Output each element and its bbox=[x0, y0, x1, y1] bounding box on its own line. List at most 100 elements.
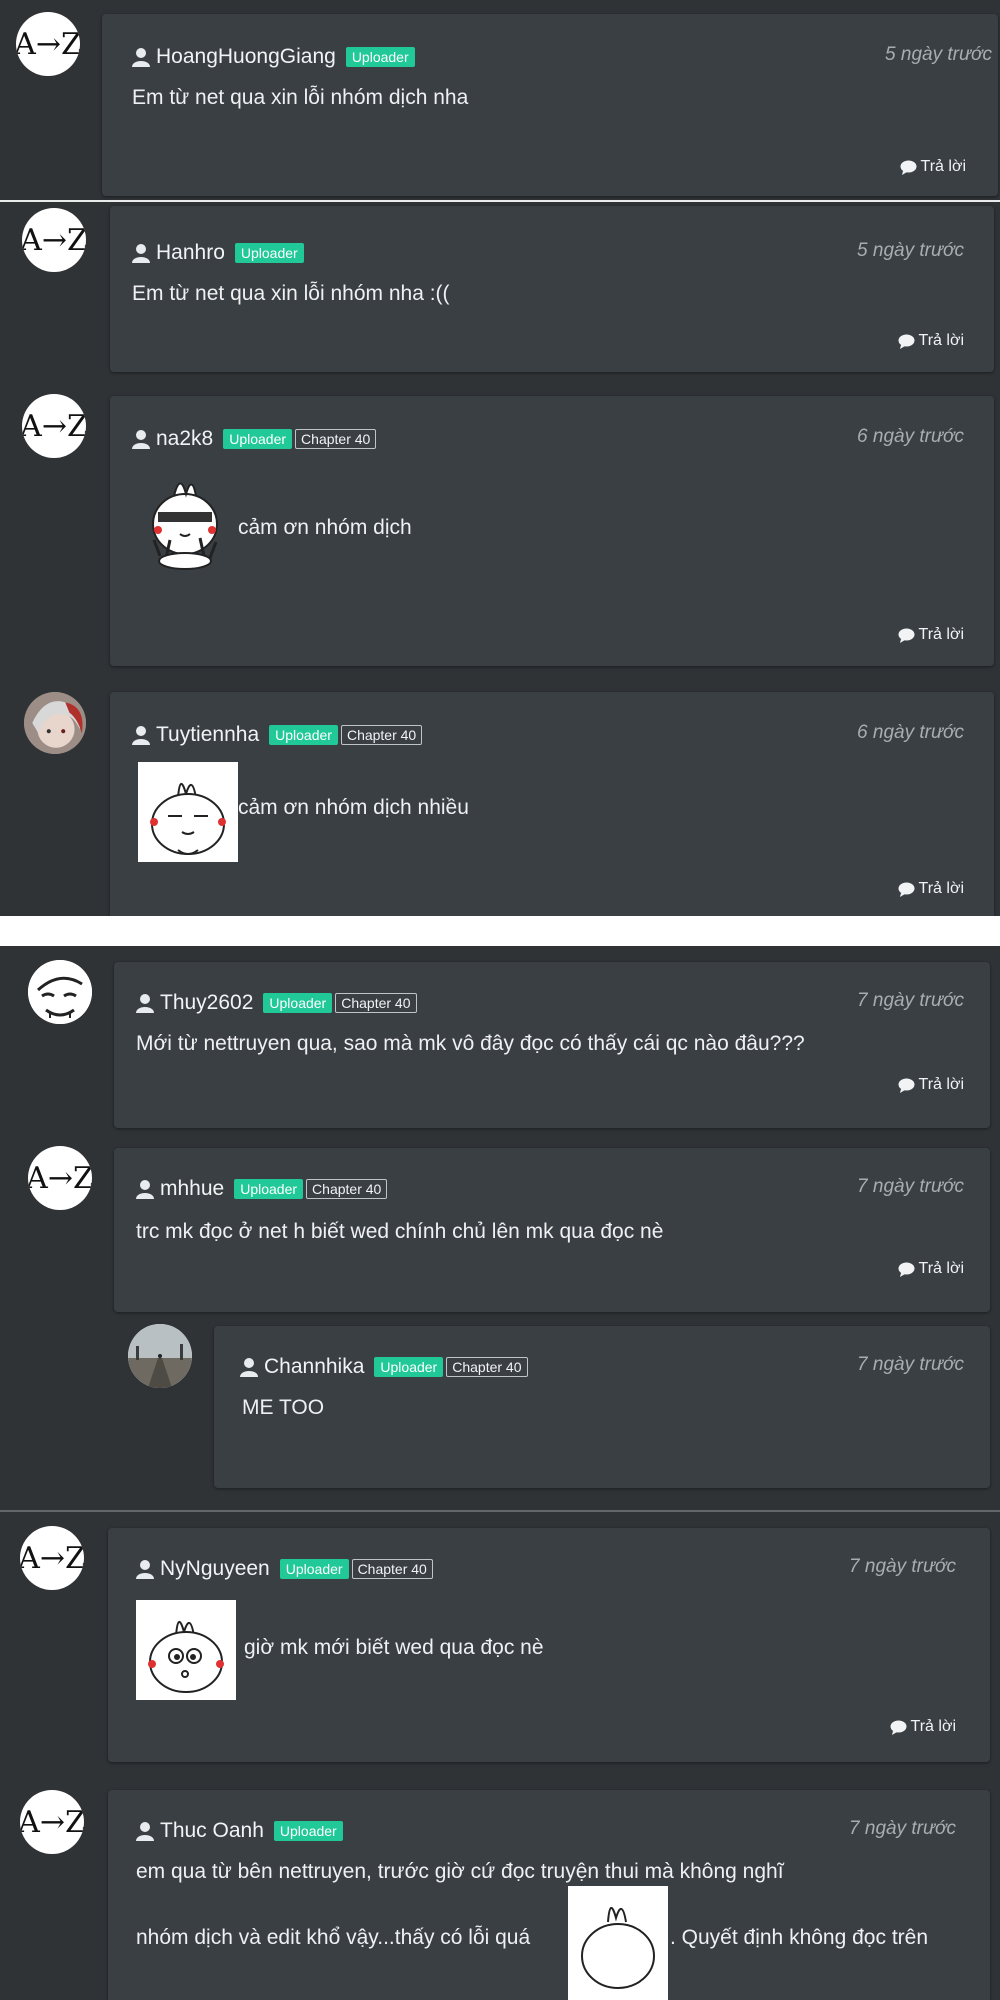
username[interactable]: Thuc Oanh bbox=[160, 1819, 264, 1843]
comment-text-line-2b: . Quyết định không đọc trên bbox=[670, 1926, 928, 1949]
az-logo-avatar[interactable]: A→Z bbox=[22, 208, 86, 272]
comment-text: ME TOO bbox=[242, 1396, 325, 1419]
username[interactable]: Thuy2602 bbox=[160, 991, 253, 1015]
comment-header: Tuytiennha Uploader Chapter 40 bbox=[132, 722, 423, 748]
reply-label: Trả lời bbox=[918, 880, 964, 897]
comments-panel-2: Thuy2602 Uploader Chapter 40 7 ngày trướ… bbox=[0, 946, 1000, 2000]
comment-item: A→Z NyNguyeen Uploader Chapter 40 7 ngày… bbox=[0, 1512, 1000, 1768]
reply-label: Trả lời bbox=[918, 1260, 964, 1277]
reply-button[interactable]: Trả lời bbox=[898, 880, 964, 898]
comment-header: HoangHuongGiang Uploader bbox=[132, 44, 415, 70]
username[interactable]: Tuytiennha bbox=[156, 723, 259, 747]
chapter-badge[interactable]: Chapter 40 bbox=[306, 1179, 388, 1199]
comment-time: 5 ngày trước bbox=[885, 44, 992, 65]
screenshot-separator bbox=[0, 916, 1000, 946]
comment-text: Mới từ nettruyen qua, sao mà mk vô đây đ… bbox=[136, 1032, 805, 1055]
speech-bubble-icon bbox=[898, 1078, 915, 1093]
user-icon bbox=[132, 47, 150, 67]
username[interactable]: NyNguyeen bbox=[160, 1557, 270, 1581]
rabbit-peace-sticker bbox=[144, 464, 226, 570]
az-logo-avatar[interactable]: A→Z bbox=[28, 1146, 92, 1210]
reply-label: Trả lời bbox=[920, 158, 966, 175]
user-icon bbox=[136, 1559, 154, 1579]
reply-button[interactable]: Trả lời bbox=[900, 158, 966, 176]
speech-bubble-icon bbox=[890, 1720, 907, 1735]
comment-time: 7 ngày trước bbox=[857, 1176, 964, 1197]
rabbit-surprised-sticker bbox=[136, 1600, 236, 1700]
comment-item: A→Z na2k8 Uploader Chapter 40 6 ngày trư… bbox=[0, 380, 1000, 670]
username[interactable]: Hanhro bbox=[156, 241, 225, 265]
uploader-badge: Uploader bbox=[269, 725, 338, 745]
comment-text-line-1: em qua từ bên nettruyen, trước giờ cứ đọ… bbox=[136, 1860, 784, 1883]
az-logo-avatar[interactable]: A→Z bbox=[20, 1790, 84, 1854]
landscape-avatar[interactable] bbox=[128, 1324, 192, 1388]
comment-time: 7 ngày trước bbox=[857, 1354, 964, 1375]
comment-header: Thuy2602 Uploader Chapter 40 bbox=[136, 990, 417, 1016]
comment-header: Thuc Oanh Uploader bbox=[136, 1818, 343, 1844]
uploader-badge: Uploader bbox=[234, 1179, 304, 1199]
chapter-badge[interactable]: Chapter 40 bbox=[335, 993, 417, 1013]
reply-button[interactable]: Trả lời bbox=[898, 332, 964, 350]
comment-card: Tuytiennha Uploader Chapter 40 6 ngày tr… bbox=[110, 692, 994, 916]
svg-text:A→Z: A→Z bbox=[16, 27, 80, 62]
speech-bubble-icon bbox=[898, 882, 915, 897]
comment-time: 7 ngày trước bbox=[857, 990, 964, 1011]
username[interactable]: mhhue bbox=[160, 1177, 224, 1201]
comment-card: Thuc Oanh Uploader 7 ngày trước em qua t… bbox=[108, 1790, 990, 2000]
comment-text: Em từ net qua xin lỗi nhóm dịch nha bbox=[132, 86, 469, 109]
chapter-badge[interactable]: Chapter 40 bbox=[340, 725, 423, 745]
comment-header: na2k8 Uploader Chapter 40 bbox=[132, 426, 377, 452]
reply-button[interactable]: Trả lời bbox=[898, 1076, 964, 1094]
uploader-badge: Uploader bbox=[223, 429, 293, 449]
rabbit-sticker bbox=[568, 1886, 668, 2000]
uploader-badge: Uploader bbox=[273, 1821, 343, 1841]
svg-text:A→Z: A→Z bbox=[20, 1541, 84, 1576]
user-icon bbox=[132, 243, 150, 263]
comment-card: Hanhro Uploader 5 ngày trước Em từ net q… bbox=[110, 206, 994, 372]
speech-bubble-icon bbox=[898, 1262, 915, 1277]
speech-bubble-icon bbox=[898, 334, 915, 349]
comment-header: Hanhro Uploader bbox=[132, 240, 304, 266]
chapter-badge[interactable]: Chapter 40 bbox=[295, 429, 377, 449]
comment-item: A→Z Thuc Oanh Uploader 7 ngày trước em q… bbox=[0, 1770, 1000, 2000]
uploader-badge: Uploader bbox=[263, 993, 333, 1013]
comment-time: 7 ngày trước bbox=[849, 1556, 956, 1577]
anime-character-avatar[interactable] bbox=[24, 692, 86, 754]
comment-card: NyNguyeen Uploader Chapter 40 7 ngày trư… bbox=[108, 1528, 990, 1762]
uploader-badge: Uploader bbox=[345, 47, 415, 67]
user-icon bbox=[132, 429, 150, 449]
svg-text:A→Z: A→Z bbox=[22, 409, 86, 444]
comment-header: mhhue Uploader Chapter 40 bbox=[136, 1176, 388, 1202]
svg-text:A→Z: A→Z bbox=[22, 223, 86, 258]
comment-card: na2k8 Uploader Chapter 40 6 ngày trước c… bbox=[110, 396, 994, 666]
comment-card: Channhika Uploader Chapter 40 7 ngày trư… bbox=[214, 1326, 990, 1488]
az-logo-avatar[interactable]: A→Z bbox=[20, 1526, 84, 1590]
username[interactable]: Channhika bbox=[264, 1355, 364, 1379]
chapter-badge[interactable]: Chapter 40 bbox=[351, 1559, 433, 1579]
az-logo-avatar[interactable]: A→Z bbox=[22, 394, 86, 458]
sketch-face-avatar[interactable] bbox=[28, 960, 92, 1024]
speech-bubble-icon bbox=[898, 628, 915, 643]
reply-button[interactable]: Trả lời bbox=[898, 626, 964, 644]
comment-item: Tuytiennha Uploader Chapter 40 6 ngày tr… bbox=[0, 670, 1000, 916]
comment-item: A→Z Hanhro Uploader 5 ngày trước Em từ n… bbox=[0, 202, 1000, 380]
speech-bubble-icon bbox=[900, 160, 917, 175]
reply-button[interactable]: Trả lời bbox=[898, 1260, 964, 1278]
user-icon bbox=[132, 725, 150, 745]
username[interactable]: na2k8 bbox=[156, 427, 213, 451]
az-logo-avatar[interactable]: A→Z bbox=[16, 12, 80, 76]
comment-text: trc mk đọc ở net h biết wed chính chủ lê… bbox=[136, 1220, 664, 1243]
reply-button[interactable]: Trả lời bbox=[890, 1718, 956, 1736]
comment-card: mhhue Uploader Chapter 40 7 ngày trước t… bbox=[114, 1148, 990, 1312]
comment-header: NyNguyeen Uploader Chapter 40 bbox=[136, 1556, 433, 1582]
comment-item: Thuy2602 Uploader Chapter 40 7 ngày trướ… bbox=[0, 946, 1000, 1132]
comment-time: 5 ngày trước bbox=[857, 240, 964, 261]
username[interactable]: HoangHuongGiang bbox=[156, 45, 336, 69]
comment-time: 6 ngày trước bbox=[857, 426, 964, 447]
user-icon bbox=[136, 1821, 154, 1841]
comment-card: HoangHuongGiang Uploader 5 ngày trước Em… bbox=[102, 14, 998, 196]
svg-text:A→Z: A→Z bbox=[28, 1161, 92, 1196]
svg-text:A→Z: A→Z bbox=[20, 1805, 84, 1840]
comment-item: A→Z HoangHuongGiang Uploader 5 ngày trướ… bbox=[0, 0, 1000, 200]
chapter-badge[interactable]: Chapter 40 bbox=[446, 1357, 528, 1377]
